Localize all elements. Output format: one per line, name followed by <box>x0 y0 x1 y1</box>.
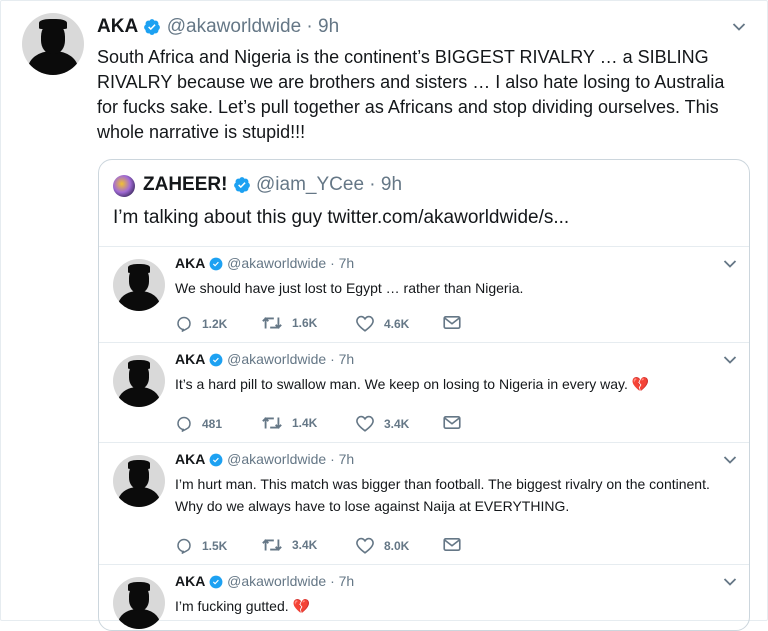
reply-icon <box>177 316 191 332</box>
verified-badge-icon <box>233 177 250 193</box>
tweet-time[interactable]: 7h <box>339 255 355 271</box>
like-icon <box>356 315 374 332</box>
reply-icon <box>177 416 191 432</box>
chevron-down-icon[interactable] <box>723 355 737 365</box>
like-count: 3.4K <box>384 416 410 431</box>
thread-tweet-header: AKA @akaworldwide · 7h <box>175 451 354 467</box>
like-icon <box>356 537 374 554</box>
author-avatar[interactable] <box>113 355 165 407</box>
author-handle[interactable]: @akaworldwide <box>227 351 326 367</box>
author-avatar[interactable] <box>22 13 84 75</box>
tweet-time[interactable]: 7h <box>339 573 355 589</box>
reply-count: 481 <box>202 416 223 431</box>
reply-count: 1.5K <box>202 538 228 553</box>
tweet-text: South Africa and Nigeria is the continen… <box>97 47 725 142</box>
chevron-down-icon[interactable] <box>732 22 746 32</box>
thread-tweet[interactable]: AKA @akaworldwide · 7h It’s a hard pill … <box>99 342 749 443</box>
quoted-tweet-text: I’m talking about this guy twitter.com/a… <box>113 207 570 228</box>
retweet-button[interactable]: 1.6K <box>261 315 317 331</box>
thread-tweet-header: AKA @akaworldwide · 7h <box>175 255 354 271</box>
author-name[interactable]: AKA <box>97 16 138 37</box>
reply-count: 1.2K <box>202 316 228 331</box>
direct-message-icon <box>443 415 461 430</box>
retweet-count: 1.4K <box>292 416 318 430</box>
author-handle[interactable]: @akaworldwide <box>167 16 301 37</box>
verified-badge-icon <box>209 575 223 589</box>
separator: · <box>330 351 335 367</box>
tweet-text: I’m fucking gutted. 💔 <box>175 598 310 614</box>
author-handle[interactable]: @akaworldwide <box>227 255 326 271</box>
quoted-tweet[interactable]: ZAHEER! @iam_YCee · 9h I’m talking about… <box>98 159 750 631</box>
reply-button[interactable]: 481 <box>175 415 222 432</box>
like-icon <box>356 415 374 432</box>
like-button[interactable]: 3.4K <box>355 415 409 432</box>
thread-tweet[interactable]: AKA @akaworldwide · 7h We should have ju… <box>99 246 749 343</box>
verified-badge-icon <box>209 453 223 467</box>
direct-message-icon <box>443 537 461 552</box>
chevron-down-icon[interactable] <box>723 577 737 587</box>
chevron-down-icon[interactable] <box>723 455 737 465</box>
separator: · <box>306 16 313 37</box>
verified-badge-icon <box>209 257 223 271</box>
thread-tweet[interactable]: AKA @akaworldwide · 7h I’m hurt man. Thi… <box>99 442 749 565</box>
direct-message-button[interactable] <box>443 415 461 430</box>
reply-icon <box>177 538 191 554</box>
like-count: 8.0K <box>384 538 410 553</box>
author-handle[interactable]: @akaworldwide <box>227 451 326 467</box>
like-button[interactable]: 8.0K <box>355 537 409 554</box>
tweet-time[interactable]: 7h <box>339 451 355 467</box>
quoted-author-handle[interactable]: @iam_YCee <box>256 174 364 195</box>
reply-button[interactable]: 1.2K <box>175 315 227 332</box>
separator: · <box>330 255 335 271</box>
thread-tweet-header: AKA @akaworldwide · 7h <box>175 573 354 589</box>
retweet-count: 3.4K <box>292 538 318 552</box>
verified-badge-icon <box>209 353 223 367</box>
retweet-icon <box>262 539 282 551</box>
author-name[interactable]: AKA <box>175 451 205 467</box>
thread-tweet-header: AKA @akaworldwide · 7h <box>175 351 354 367</box>
separator: · <box>330 451 335 467</box>
author-name[interactable]: AKA <box>175 351 205 367</box>
quoted-tweet-header: ZAHEER! @iam_YCee · 9h <box>143 174 402 196</box>
tweet-text: It’s a hard pill to swallow man. We keep… <box>175 376 650 392</box>
verified-badge-icon <box>144 19 161 35</box>
retweet-icon <box>262 417 282 429</box>
retweet-count: 1.6K <box>292 316 318 330</box>
separator: · <box>330 573 335 589</box>
direct-message-button[interactable] <box>443 315 461 330</box>
retweet-icon <box>262 317 282 329</box>
tweet-time[interactable]: 9h <box>318 16 339 37</box>
author-avatar[interactable] <box>113 455 165 507</box>
author-name[interactable]: AKA <box>175 255 205 271</box>
tweet-time[interactable]: 7h <box>339 351 355 367</box>
direct-message-icon <box>443 315 461 330</box>
tweet-text: We should have just lost to Egypt … rath… <box>175 280 524 296</box>
like-count: 4.6K <box>384 316 410 331</box>
separator: · <box>369 174 376 195</box>
chevron-down-icon[interactable] <box>723 259 737 269</box>
retweet-button[interactable]: 1.4K <box>261 415 317 431</box>
tweet-text: I’m hurt man. This match was bigger than… <box>175 476 710 514</box>
retweet-button[interactable]: 3.4K <box>261 537 317 553</box>
tweet-header: AKA @akaworldwide · 9h <box>97 16 339 38</box>
author-avatar[interactable] <box>113 259 165 311</box>
quoted-tweet-time[interactable]: 9h <box>381 174 402 195</box>
quoted-author-avatar[interactable] <box>113 175 135 197</box>
quoted-author-name[interactable]: ZAHEER! <box>143 174 227 195</box>
author-handle[interactable]: @akaworldwide <box>227 573 326 589</box>
author-avatar[interactable] <box>113 577 165 629</box>
reply-button[interactable]: 1.5K <box>175 537 227 554</box>
author-name[interactable]: AKA <box>175 573 205 589</box>
direct-message-button[interactable] <box>443 537 461 552</box>
like-button[interactable]: 4.6K <box>355 315 409 332</box>
